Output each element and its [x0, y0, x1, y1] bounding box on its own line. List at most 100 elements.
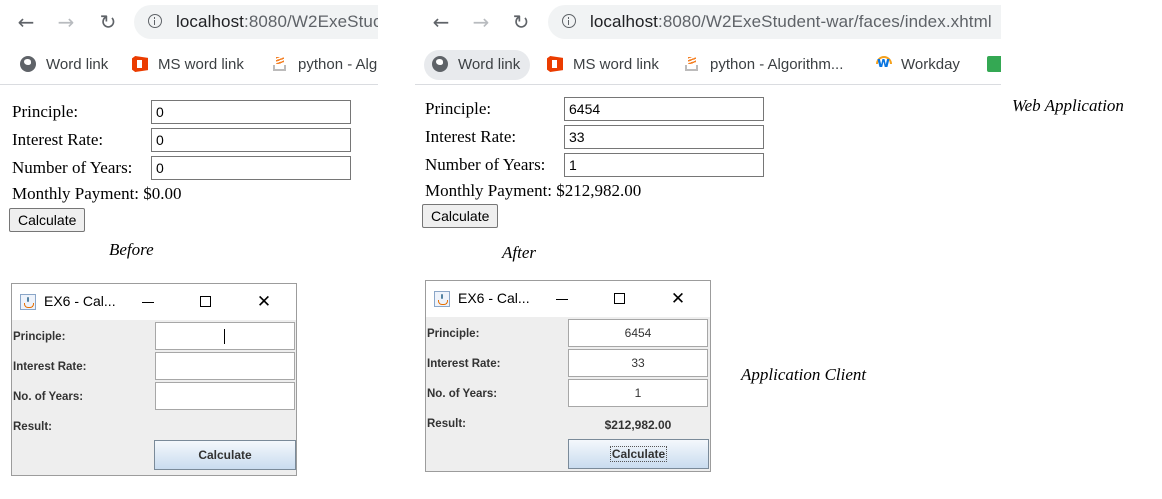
- window-content: Principle: 6454 Interest Rate: 33 No. of…: [426, 317, 710, 471]
- bookmark-overflow[interactable]: [979, 50, 1001, 80]
- bookmark-green-icon: [987, 56, 1001, 72]
- principle-label: Principle:: [427, 328, 480, 340]
- window-titlebar: EX6 - Cal... ✕: [12, 284, 296, 320]
- interest-rate-input[interactable]: 0: [151, 128, 351, 152]
- office-icon: [132, 56, 148, 72]
- text-caret: [224, 329, 225, 344]
- browser-toolbar: ← → ↻ localhost:8080/W2ExeStudent-war/fa…: [415, 0, 1001, 44]
- forward-arrow-icon[interactable]: →: [54, 10, 78, 34]
- window-title: EX6 - Cal...: [44, 293, 116, 309]
- years-label: Number of Years:: [425, 155, 546, 174]
- monthly-payment-label: Monthly Payment: $0.00: [12, 182, 182, 206]
- years-field[interactable]: [155, 382, 295, 410]
- calculate-button[interactable]: Calculate: [568, 439, 709, 469]
- browser-toolbar: ← → ↻ localhost:8080/W2ExeStuc: [0, 0, 378, 44]
- principle-input[interactable]: 0: [151, 100, 351, 124]
- monthly-payment-value: $0.00: [143, 184, 182, 203]
- principle-label: Principle:: [425, 99, 492, 118]
- app-client-window-before: EX6 - Cal... ✕ Principle: Interest Rate:…: [11, 283, 297, 476]
- bookmark-label: MS word link: [158, 56, 244, 73]
- years-label: No. of Years:: [427, 388, 498, 400]
- info-icon[interactable]: [148, 14, 162, 28]
- monthly-payment-caption: Monthly Payment:: [425, 181, 553, 200]
- result-label: Result:: [13, 421, 52, 433]
- url-text: localhost:8080/W2ExeStudent-war/faces/in…: [590, 12, 992, 32]
- calculate-button[interactable]: Calculate: [154, 440, 296, 470]
- principle-field[interactable]: [155, 322, 295, 350]
- url-host: localhost: [590, 12, 658, 31]
- principle-input[interactable]: 6454: [564, 97, 764, 121]
- globe-icon: [432, 56, 448, 72]
- window-content: Principle: Interest Rate: No. of Years: …: [12, 320, 296, 475]
- web-form-after: Principle: 6454 Interest Rate: 33 Number…: [422, 96, 785, 230]
- bookmark-word-link[interactable]: Word link: [12, 50, 116, 80]
- result-value: $212,982.00: [604, 418, 672, 432]
- url-host: localhost: [176, 12, 244, 31]
- interest-rate-label: Interest Rate:: [12, 130, 104, 149]
- reload-icon[interactable]: ↻: [509, 10, 533, 34]
- monthly-payment-label: Monthly Payment: $212,982.00: [425, 179, 641, 203]
- calculate-label: Calculate: [609, 446, 668, 462]
- close-icon[interactable]: ✕: [664, 287, 692, 311]
- bookmark-workday[interactable]: Workday: [867, 48, 968, 80]
- url-text: localhost:8080/W2ExeStuc: [176, 12, 378, 32]
- url-path: :8080/W2ExeStuc: [244, 12, 378, 31]
- bookmark-python[interactable]: python - Algorithm...: [676, 50, 851, 80]
- interest-rate-label: Interest Rate:: [425, 127, 517, 146]
- window-titlebar: EX6 - Cal... ✕: [426, 281, 710, 317]
- minimize-icon[interactable]: [134, 290, 162, 314]
- back-arrow-icon[interactable]: ←: [14, 10, 38, 34]
- bookmark-label: MS word link: [573, 56, 659, 73]
- monthly-payment-value: $212,982.00: [556, 181, 642, 200]
- java-icon: [434, 291, 450, 307]
- close-icon[interactable]: ✕: [250, 290, 278, 314]
- interest-rate-field[interactable]: [155, 352, 295, 380]
- app-client-window-after: EX6 - Cal... ✕ Principle: 6454 Interest …: [425, 280, 711, 472]
- interest-rate-label: Interest Rate:: [13, 361, 87, 373]
- principle-label: Principle:: [13, 331, 66, 343]
- caption-application-client: Application Client: [741, 365, 867, 384]
- principle-field[interactable]: 6454: [568, 319, 708, 347]
- forward-arrow-icon[interactable]: →: [469, 10, 493, 34]
- maximize-icon[interactable]: [606, 287, 634, 311]
- info-icon[interactable]: [562, 14, 576, 28]
- address-bar[interactable]: localhost:8080/W2ExeStuc: [134, 5, 378, 39]
- interest-rate-field[interactable]: 33: [568, 349, 708, 377]
- back-arrow-icon[interactable]: ←: [429, 10, 453, 34]
- web-form-before: Principle: 0 Interest Rate: 0 Number of …: [9, 99, 372, 233]
- bookmark-ms-word-link[interactable]: MS word link: [124, 50, 252, 80]
- monthly-payment-caption: Monthly Payment:: [12, 184, 140, 203]
- years-input[interactable]: 1: [564, 153, 764, 177]
- bookmark-word-link[interactable]: Word link: [424, 50, 531, 80]
- caption-after: After: [502, 243, 536, 262]
- calculate-button[interactable]: Calculate: [9, 208, 86, 232]
- interest-rate-label: Interest Rate:: [427, 358, 501, 370]
- calculate-button[interactable]: Calculate: [422, 204, 499, 228]
- java-icon: [20, 294, 36, 310]
- maximize-icon[interactable]: [192, 290, 220, 314]
- browser-window-before: ← → ↻ localhost:8080/W2ExeStuc Word link…: [0, 0, 378, 236]
- years-label: Number of Years:: [12, 158, 133, 177]
- office-icon: [547, 56, 563, 72]
- bookmarks-bar: Word link MS word link python - Alg: [0, 44, 378, 85]
- years-field[interactable]: 1: [568, 379, 708, 407]
- bookmark-label: python - Alg: [298, 56, 378, 73]
- caption-web-application: Web Application: [1012, 96, 1124, 115]
- years-input[interactable]: 0: [151, 156, 351, 180]
- bookmark-ms-word-link[interactable]: MS word link: [539, 50, 667, 80]
- principle-label: Principle:: [12, 102, 79, 121]
- minimize-icon[interactable]: [548, 287, 576, 311]
- workday-icon: [875, 48, 892, 78]
- reload-icon[interactable]: ↻: [96, 10, 120, 34]
- bookmark-python[interactable]: python - Alg: [264, 50, 378, 80]
- browser-window-after: ← → ↻ localhost:8080/W2ExeStudent-war/fa…: [415, 0, 1001, 236]
- result-label: Result:: [427, 418, 466, 430]
- bookmark-label: Word link: [46, 56, 109, 73]
- address-bar[interactable]: localhost:8080/W2ExeStudent-war/faces/in…: [548, 5, 1001, 39]
- stackoverflow-icon: [272, 56, 288, 72]
- bookmark-label: Word link: [458, 56, 521, 73]
- bookmark-label: Workday: [901, 56, 960, 73]
- years-label: No. of Years:: [13, 391, 84, 403]
- interest-rate-input[interactable]: 33: [564, 125, 764, 149]
- url-path: :8080/W2ExeStudent-war/faces/index.xhtml: [658, 12, 992, 31]
